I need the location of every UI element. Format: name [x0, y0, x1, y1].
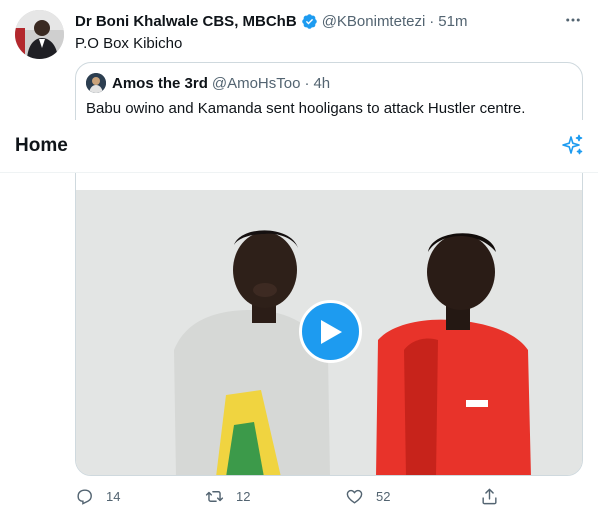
tweet-actions: 14 12 52 [75, 485, 505, 507]
tweet-header: Dr Boni Khalwale CBS, MBChB @KBonimtetez… [75, 10, 583, 32]
heart-icon [346, 489, 363, 504]
tweet-text: P.O Box Kibicho [75, 35, 183, 52]
quote-author-name: Amos the 3rd [112, 74, 208, 92]
sparkle-icon[interactable] [560, 133, 584, 157]
quote-time: 4h [313, 74, 331, 92]
reply-button[interactable]: 14 [75, 485, 120, 507]
like-button[interactable]: 52 [345, 485, 390, 507]
tweet-time[interactable]: 51m [438, 13, 467, 30]
quote-separator-dot: · [304, 74, 310, 92]
author-avatar[interactable] [15, 10, 64, 59]
reply-icon [77, 488, 92, 505]
home-header: Home [0, 120, 598, 173]
page-title[interactable]: Home [15, 135, 68, 157]
quote-text: Babu owino and Kamanda sent hooligans to… [86, 100, 526, 117]
more-icon[interactable] [562, 9, 584, 31]
retweet-count: 12 [236, 488, 251, 504]
retweet-icon [205, 490, 224, 502]
author-name[interactable]: Dr Boni Khalwale CBS, MBChB [75, 13, 297, 30]
quote-author-handle: @AmoHsToo [211, 74, 301, 92]
share-button[interactable] [480, 485, 499, 507]
like-count: 52 [376, 488, 391, 504]
reply-count: 14 [106, 488, 121, 504]
quote-author-avatar [86, 73, 106, 93]
share-icon [482, 488, 497, 504]
separator-dot: · [429, 12, 435, 30]
tweet-view: Dr Boni Khalwale CBS, MBChB @KBonimtetez… [0, 0, 598, 517]
verified-badge-icon [301, 13, 318, 30]
video-player[interactable] [76, 190, 582, 475]
retweet-button[interactable]: 12 [205, 485, 250, 507]
play-icon[interactable] [299, 300, 362, 363]
quote-header: Amos the 3rd @AmoHsToo · 4h [86, 73, 330, 93]
author-handle[interactable]: @KBonimtetezi [322, 13, 426, 30]
